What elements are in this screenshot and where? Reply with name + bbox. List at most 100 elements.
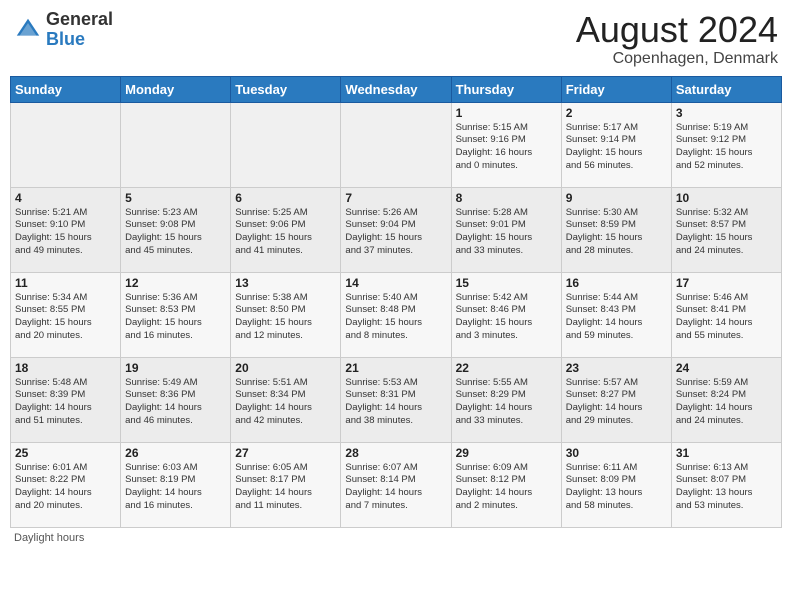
day-info: Sunrise: 5:17 AM Sunset: 9:14 PM Dayligh… (566, 122, 667, 173)
day-number: 25 (15, 446, 116, 460)
calendar-cell: 11 Sunrise: 5:34 AM Sunset: 8:55 PM Dayli… (11, 272, 121, 357)
day-info: Sunrise: 5:55 AM Sunset: 8:29 PM Dayligh… (456, 377, 557, 428)
day-info: Sunrise: 5:49 AM Sunset: 8:36 PM Dayligh… (125, 377, 226, 428)
day-number: 14 (345, 276, 446, 290)
day-info: Sunrise: 6:11 AM Sunset: 8:09 PM Dayligh… (566, 462, 667, 513)
col-header-thursday: Thursday (451, 76, 561, 102)
calendar-header-row: SundayMondayTuesdayWednesdayThursdayFrid… (11, 76, 782, 102)
calendar-cell: 27Sunrise: 6:05 AM Sunset: 8:17 PM Dayli… (231, 442, 341, 527)
day-info: Sunrise: 5:26 AM Sunset: 9:04 PM Dayligh… (345, 207, 446, 258)
day-info: Sunrise: 6:05 AM Sunset: 8:17 PM Dayligh… (235, 462, 336, 513)
day-info: Sunrise: 5:53 AM Sunset: 8:31 PM Dayligh… (345, 377, 446, 428)
day-info: Sunrise: 5:59 AM Sunset: 8:24 PM Dayligh… (676, 377, 777, 428)
calendar-cell (11, 102, 121, 187)
day-info: Sunrise: 6:09 AM Sunset: 8:12 PM Dayligh… (456, 462, 557, 513)
day-info: Sunrise: 5:15 AM Sunset: 9:16 PM Dayligh… (456, 122, 557, 173)
calendar-cell: 8Sunrise: 5:28 AM Sunset: 9:01 PM Daylig… (451, 187, 561, 272)
footer-note: Daylight hours (10, 532, 782, 544)
day-number: 12 (125, 276, 226, 290)
calendar-cell (121, 102, 231, 187)
col-header-friday: Friday (561, 76, 671, 102)
calendar-cell: 15 Sunrise: 5:42 AM Sunset: 8:46 PM Dayli… (451, 272, 561, 357)
calendar-cell: 17 Sunrise: 5:46 AM Sunset: 8:41 PM Dayli… (671, 272, 781, 357)
day-info: Sunrise: 6:01 AM Sunset: 8:22 PM Dayligh… (15, 462, 116, 513)
calendar-cell: 31Sunrise: 6:13 AM Sunset: 8:07 PM Dayli… (671, 442, 781, 527)
day-info: Sunrise: 6:07 AM Sunset: 8:14 PM Dayligh… (345, 462, 446, 513)
title-block: August 2024 Copenhagen, Denmark (576, 10, 778, 68)
day-number: 11 (15, 276, 116, 290)
logo-icon (14, 16, 42, 44)
col-header-tuesday: Tuesday (231, 76, 341, 102)
calendar-table: SundayMondayTuesdayWednesdayThursdayFrid… (10, 76, 782, 528)
day-info: Sunrise: 5:51 AM Sunset: 8:34 PM Dayligh… (235, 377, 336, 428)
calendar-cell: 9 Sunrise: 5:30 AM Sunset: 8:59 PM Daylig… (561, 187, 671, 272)
calendar-cell: 7 Sunrise: 5:26 AM Sunset: 9:04 PM Daylig… (341, 187, 451, 272)
day-number: 24 (676, 361, 777, 375)
calendar-cell: 25 Sunrise: 6:01 AM Sunset: 8:22 PM Dayli… (11, 442, 121, 527)
col-header-wednesday: Wednesday (341, 76, 451, 102)
calendar-cell: 10 Sunrise: 5:32 AM Sunset: 8:57 PM Dayli… (671, 187, 781, 272)
day-info: Sunrise: 5:46 AM Sunset: 8:41 PM Dayligh… (676, 292, 777, 343)
day-info: Sunrise: 5:40 AM Sunset: 8:48 PM Dayligh… (345, 292, 446, 343)
day-number: 16 (566, 276, 667, 290)
page-header: General Blue August 2024 Copenhagen, Den… (10, 10, 782, 68)
day-number: 1 (456, 106, 557, 120)
calendar-cell: 20 Sunrise: 5:51 AM Sunset: 8:34 PM Dayli… (231, 357, 341, 442)
day-number: 5 (125, 191, 226, 205)
calendar-cell: 1 Sunrise: 5:15 AM Sunset: 9:16 PM Daylig… (451, 102, 561, 187)
calendar-cell: 21 Sunrise: 5:53 AM Sunset: 8:31 PM Dayli… (341, 357, 451, 442)
day-info: Sunrise: 5:44 AM Sunset: 8:43 PM Dayligh… (566, 292, 667, 343)
calendar-cell: 3Sunrise: 5:19 AM Sunset: 9:12 PM Daylig… (671, 102, 781, 187)
location: Copenhagen, Denmark (576, 50, 778, 68)
calendar-cell: 28Sunrise: 6:07 AM Sunset: 8:14 PM Dayli… (341, 442, 451, 527)
calendar-cell: 23Sunrise: 5:57 AM Sunset: 8:27 PM Dayli… (561, 357, 671, 442)
day-info: Sunrise: 5:34 AM Sunset: 8:55 PM Dayligh… (15, 292, 116, 343)
calendar-cell: 16 Sunrise: 5:44 AM Sunset: 8:43 PM Dayli… (561, 272, 671, 357)
day-number: 9 (566, 191, 667, 205)
calendar-cell (231, 102, 341, 187)
calendar-week-3: 11 Sunrise: 5:34 AM Sunset: 8:55 PM Dayli… (11, 272, 782, 357)
day-info: Sunrise: 5:57 AM Sunset: 8:27 PM Dayligh… (566, 377, 667, 428)
day-info: Sunrise: 5:23 AM Sunset: 9:08 PM Dayligh… (125, 207, 226, 258)
day-number: 15 (456, 276, 557, 290)
day-number: 8 (456, 191, 557, 205)
calendar-week-4: 18Sunrise: 5:48 AM Sunset: 8:39 PM Dayli… (11, 357, 782, 442)
day-info: Sunrise: 6:13 AM Sunset: 8:07 PM Dayligh… (676, 462, 777, 513)
day-number: 7 (345, 191, 446, 205)
logo: General Blue (14, 10, 113, 50)
day-number: 26 (125, 446, 226, 460)
logo-blue: Blue (46, 30, 113, 50)
day-number: 19 (125, 361, 226, 375)
calendar-week-5: 25 Sunrise: 6:01 AM Sunset: 8:22 PM Dayli… (11, 442, 782, 527)
calendar-cell: 22 Sunrise: 5:55 AM Sunset: 8:29 PM Dayli… (451, 357, 561, 442)
calendar-cell: 30Sunrise: 6:11 AM Sunset: 8:09 PM Dayli… (561, 442, 671, 527)
day-number: 6 (235, 191, 336, 205)
col-header-sunday: Sunday (11, 76, 121, 102)
day-info: Sunrise: 5:42 AM Sunset: 8:46 PM Dayligh… (456, 292, 557, 343)
calendar-week-1: 1 Sunrise: 5:15 AM Sunset: 9:16 PM Daylig… (11, 102, 782, 187)
day-number: 2 (566, 106, 667, 120)
calendar-cell: 2 Sunrise: 5:17 AM Sunset: 9:14 PM Daylig… (561, 102, 671, 187)
col-header-saturday: Saturday (671, 76, 781, 102)
day-info: Sunrise: 5:32 AM Sunset: 8:57 PM Dayligh… (676, 207, 777, 258)
day-number: 17 (676, 276, 777, 290)
calendar-cell: 4 Sunrise: 5:21 AM Sunset: 9:10 PM Daylig… (11, 187, 121, 272)
calendar-cell: 18Sunrise: 5:48 AM Sunset: 8:39 PM Dayli… (11, 357, 121, 442)
day-number: 10 (676, 191, 777, 205)
day-info: Sunrise: 5:21 AM Sunset: 9:10 PM Dayligh… (15, 207, 116, 258)
day-number: 20 (235, 361, 336, 375)
day-number: 21 (345, 361, 446, 375)
day-info: Sunrise: 5:38 AM Sunset: 8:50 PM Dayligh… (235, 292, 336, 343)
calendar-cell: 5 Sunrise: 5:23 AM Sunset: 9:08 PM Daylig… (121, 187, 231, 272)
calendar-cell: 29Sunrise: 6:09 AM Sunset: 8:12 PM Dayli… (451, 442, 561, 527)
calendar-week-2: 4 Sunrise: 5:21 AM Sunset: 9:10 PM Daylig… (11, 187, 782, 272)
day-info: Sunrise: 5:30 AM Sunset: 8:59 PM Dayligh… (566, 207, 667, 258)
day-info: Sunrise: 5:36 AM Sunset: 8:53 PM Dayligh… (125, 292, 226, 343)
day-number: 22 (456, 361, 557, 375)
day-info: Sunrise: 5:19 AM Sunset: 9:12 PM Dayligh… (676, 122, 777, 173)
calendar-cell: 26Sunrise: 6:03 AM Sunset: 8:19 PM Dayli… (121, 442, 231, 527)
logo-general: General (46, 10, 113, 30)
day-number: 18 (15, 361, 116, 375)
day-number: 4 (15, 191, 116, 205)
calendar-cell: 13Sunrise: 5:38 AM Sunset: 8:50 PM Dayli… (231, 272, 341, 357)
